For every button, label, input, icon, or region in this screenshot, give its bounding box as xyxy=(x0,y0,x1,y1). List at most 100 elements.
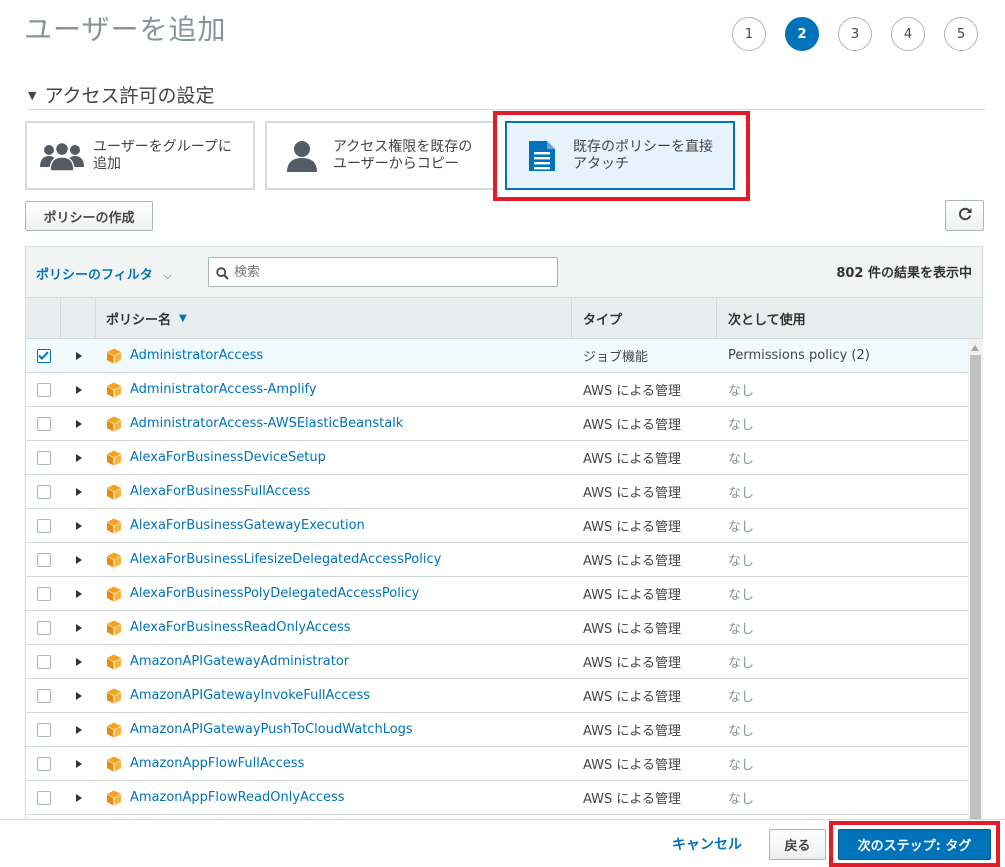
scrollbar[interactable] xyxy=(968,339,983,819)
row-expand-toggle[interactable] xyxy=(61,487,96,496)
scroll-thumb[interactable] xyxy=(970,355,981,819)
row-checkbox[interactable] xyxy=(36,552,51,567)
row-expand-toggle[interactable] xyxy=(61,793,96,802)
row-checkbox[interactable] xyxy=(36,382,51,397)
row-checkbox[interactable] xyxy=(36,416,51,431)
back-button[interactable]: 戻る xyxy=(769,829,826,860)
row-expand-toggle[interactable] xyxy=(61,521,96,530)
policy-name-link[interactable]: AmazonAppFlowFullAccess xyxy=(130,756,304,771)
row-select xyxy=(26,484,61,499)
table-row[interactable]: AmazonAPIGatewayPushToCloudWatchLogs AWS … xyxy=(26,713,968,747)
policy-name-cell: AlexaForBusinessLifesizeDelegatedAccessP… xyxy=(96,552,572,568)
scroll-up-arrow[interactable] xyxy=(971,345,979,351)
table-row[interactable]: AmazonAPIGatewayInvokeFullAccess AWS による管… xyxy=(26,679,968,713)
option-copy-permissions[interactable]: アクセス権限を既存のユーザーからコピー xyxy=(265,121,495,190)
row-checkbox[interactable] xyxy=(36,790,51,805)
cancel-button[interactable]: キャンセル xyxy=(672,834,742,854)
row-checkbox[interactable] xyxy=(36,620,51,635)
table-row[interactable]: AlexaForBusinessDeviceSetup AWS による管理 なし xyxy=(26,441,968,475)
policy-name-cell: AdministratorAccess-AWSElasticBeanstalk xyxy=(96,416,572,432)
row-checkbox[interactable] xyxy=(36,518,51,533)
policy-name-link[interactable]: AmazonAppFlowReadOnlyAccess xyxy=(130,790,345,805)
user-icon xyxy=(277,140,327,172)
policy-name-link[interactable]: AdministratorAccess-AWSElasticBeanstalk xyxy=(130,416,403,431)
row-expand-toggle[interactable] xyxy=(61,419,96,428)
search-input[interactable] xyxy=(234,261,549,283)
next-step-button[interactable]: 次のステップ: タグ xyxy=(838,829,991,860)
row-checkbox[interactable] xyxy=(36,722,51,737)
row-select xyxy=(26,348,61,363)
table-row[interactable]: AdministratorAccess-AWSElasticBeanstalk A… xyxy=(26,407,968,441)
header-type[interactable]: タイプ xyxy=(572,298,717,338)
policy-name-link[interactable]: AlexaForBusinessFullAccess xyxy=(130,484,310,499)
table-row[interactable]: AmazonAppFlowReadOnlyAccess AWS による管理 なし xyxy=(26,781,968,815)
row-expand-toggle[interactable] xyxy=(61,385,96,394)
table-row[interactable]: AmazonAPIGatewayAdministrator AWS による管理 なし xyxy=(26,645,968,679)
table-row[interactable]: AlexaForBusinessFullAccess AWS による管理 なし xyxy=(26,475,968,509)
policy-usage: なし xyxy=(728,588,755,603)
header-policy-name[interactable]: ポリシー名 ▼ xyxy=(96,298,572,338)
policy-name-link[interactable]: AlexaForBusinessReadOnlyAccess xyxy=(130,620,351,635)
row-expand-toggle[interactable] xyxy=(61,725,96,734)
policy-name-link[interactable]: AdministratorAccess xyxy=(130,348,263,363)
policy-name-link[interactable]: AlexaForBusinessPolyDelegatedAccessPolic… xyxy=(130,586,419,601)
policy-type: AWS による管理 xyxy=(583,724,682,739)
wizard-steps: 1 2 3 4 5 xyxy=(732,17,997,51)
option-label: アクセス権限を既存のユーザーからコピー xyxy=(333,138,473,172)
expand-arrow-icon xyxy=(75,487,82,496)
row-expand-toggle[interactable] xyxy=(61,351,96,360)
policy-type: ジョブ機能 xyxy=(583,350,649,365)
policy-name-link[interactable]: AdministratorAccess-Amplify xyxy=(130,382,317,397)
row-expand-toggle[interactable] xyxy=(61,589,96,598)
row-checkbox[interactable] xyxy=(36,654,51,669)
header-usage[interactable]: 次として使用 xyxy=(717,298,982,338)
table-row[interactable]: AdministratorAccess ジョブ機能 Permissions poli… xyxy=(26,339,968,373)
row-checkbox[interactable] xyxy=(36,348,51,363)
row-checkbox[interactable] xyxy=(36,450,51,465)
option-attach-policies[interactable]: 既存のポリシーを直接アタッチ xyxy=(505,121,735,190)
expand-arrow-icon xyxy=(75,521,82,530)
row-expand-toggle[interactable] xyxy=(61,759,96,768)
row-select xyxy=(26,790,61,805)
row-select xyxy=(26,450,61,465)
policy-name-link[interactable]: AmazonAPIGatewayAdministrator xyxy=(130,654,349,669)
step-2[interactable]: 2 xyxy=(785,17,819,51)
table-row[interactable]: AdministratorAccess-Amplify AWS による管理 なし xyxy=(26,373,968,407)
expand-arrow-icon xyxy=(75,793,82,802)
policy-name-link[interactable]: AlexaForBusinessDeviceSetup xyxy=(130,450,326,465)
expand-arrow-icon xyxy=(75,453,82,462)
policy-usage: Permissions policy (2) xyxy=(728,348,870,363)
row-expand-toggle[interactable] xyxy=(61,623,96,632)
row-expand-toggle[interactable] xyxy=(61,453,96,462)
table-row[interactable]: AlexaForBusinessReadOnlyAccess AWS による管理 な… xyxy=(26,611,968,645)
row-checkbox[interactable] xyxy=(36,484,51,499)
step-4[interactable]: 4 xyxy=(891,17,925,51)
refresh-button[interactable] xyxy=(945,200,984,231)
policy-cube-icon xyxy=(106,654,122,670)
row-expand-toggle[interactable] xyxy=(61,657,96,666)
table-row[interactable]: AmazonAppFlowFullAccess AWS による管理 なし xyxy=(26,747,968,781)
policy-name-link[interactable]: AlexaForBusinessGatewayExecution xyxy=(130,518,365,533)
table-row[interactable]: AlexaForBusinessPolyDelegatedAccessPolic… xyxy=(26,577,968,611)
step-3[interactable]: 3 xyxy=(838,17,872,51)
table-row[interactable]: AlexaForBusinessLifesizeDelegatedAccessP… xyxy=(26,543,968,577)
row-checkbox[interactable] xyxy=(36,586,51,601)
create-policy-button[interactable]: ポリシーの作成 xyxy=(25,201,153,231)
row-checkbox[interactable] xyxy=(36,688,51,703)
row-expand-toggle[interactable] xyxy=(61,691,96,700)
step-1[interactable]: 1 xyxy=(732,17,766,51)
policy-name-link[interactable]: AlexaForBusinessLifesizeDelegatedAccessP… xyxy=(130,552,441,567)
policy-name-link[interactable]: AmazonAPIGatewayInvokeFullAccess xyxy=(130,688,370,703)
section-header[interactable]: ▼ アクセス許可の設定 xyxy=(28,80,985,110)
row-checkbox[interactable] xyxy=(36,756,51,771)
search-box[interactable] xyxy=(208,257,558,287)
policy-name-link[interactable]: AmazonAPIGatewayPushToCloudWatchLogs xyxy=(130,722,413,737)
row-expand-toggle[interactable] xyxy=(61,555,96,564)
policy-usage: なし xyxy=(728,758,755,773)
policy-usage: なし xyxy=(728,384,755,399)
table-row[interactable]: AlexaForBusinessGatewayExecution AWS による管… xyxy=(26,509,968,543)
option-add-to-group[interactable]: ユーザーをグループに追加 xyxy=(25,121,255,190)
policy-name-cell: AmazonAPIGatewayAdministrator xyxy=(96,654,572,670)
step-5[interactable]: 5 xyxy=(944,17,978,51)
policy-filter-dropdown[interactable]: ポリシーのフィルタ ⌵ xyxy=(36,264,172,283)
